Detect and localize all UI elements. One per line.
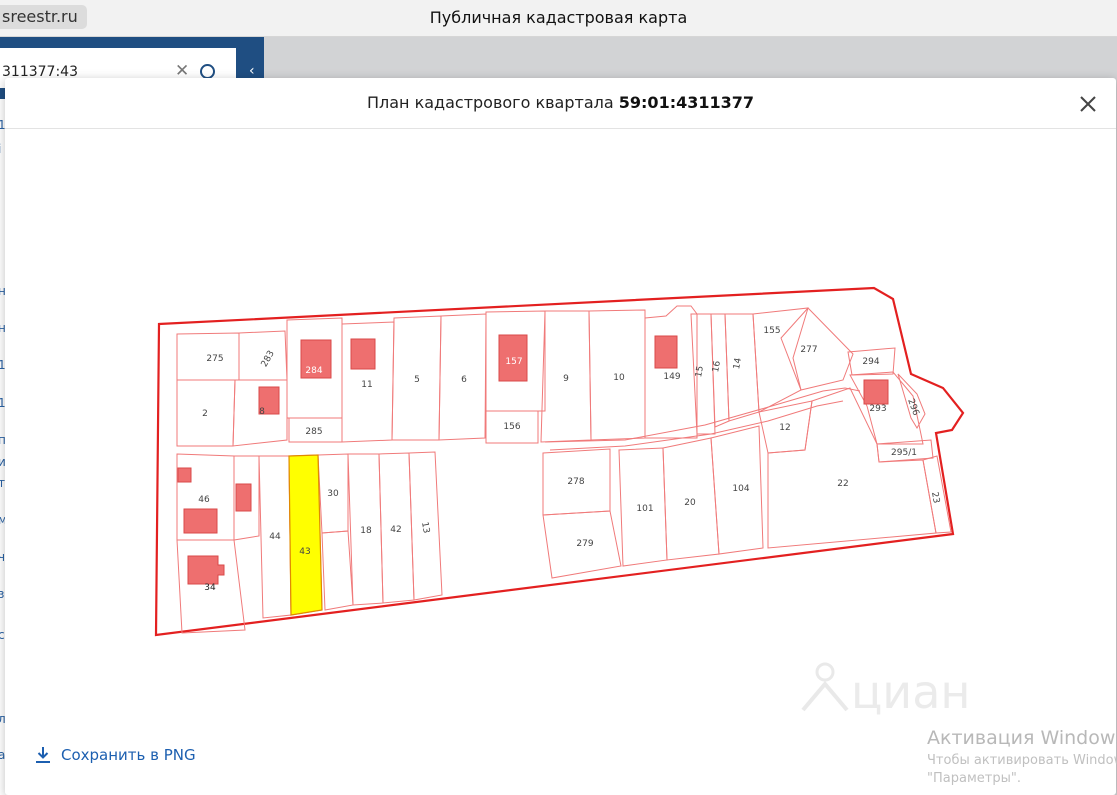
parcel-label: 156 (503, 422, 520, 432)
panel-text-fragment: з (0, 587, 5, 601)
parcel-label: 277 (800, 345, 817, 355)
parcel-label: 285 (305, 427, 322, 437)
parcel-label: 275 (206, 354, 223, 364)
panel-text-fragment: с (0, 628, 5, 642)
parcel-label: 294 (862, 357, 879, 367)
parcel-label: 9 (563, 374, 569, 384)
parcel-label: 20 (684, 498, 696, 508)
parcel-label: 44 (269, 532, 281, 542)
parcel-label: 14 (732, 357, 744, 370)
parcel-label: 11 (361, 380, 372, 390)
parcel-label: 13 (419, 521, 431, 534)
parcel-label: 34 (204, 583, 216, 593)
search-icon[interactable] (200, 64, 215, 79)
parcel-label: 157 (505, 357, 522, 367)
browser-top-bar: sreestr.ru Публичная кадастровая карта (0, 0, 1117, 37)
window-title: Публичная кадастровая карта (429, 8, 688, 27)
panel-text-fragment: i (0, 142, 1, 156)
cadastral-plan-modal: План кадастрового квартала 59:01:4311377 (5, 78, 1116, 795)
activation-line-2: "Параметры". (927, 771, 1021, 786)
cian-watermark: циан (795, 660, 1005, 720)
parcel-label: 8 (259, 407, 265, 417)
parcel-label: 101 (636, 504, 653, 514)
parcel-label: 278 (567, 477, 584, 487)
parcel-label: 12 (779, 423, 790, 433)
parcel-label: 23 (929, 491, 941, 504)
parcel-label: 6 (461, 375, 467, 385)
parcel-label: 2 (202, 409, 208, 419)
activation-line-1: Чтобы активировать Windows, (927, 753, 1117, 768)
parcel-label: 293 (869, 404, 886, 414)
collapse-panel-icon[interactable]: ‹ (249, 63, 255, 79)
parcel-label: 22 (837, 479, 848, 489)
highlighted-parcel[interactable] (288, 454, 323, 616)
save-png-label: Сохранить в PNG (61, 746, 196, 764)
parcel-label: 284 (305, 366, 322, 376)
parcel-label: 43 (299, 547, 310, 557)
parcel-label: 10 (613, 373, 625, 383)
download-icon (36, 747, 50, 763)
parcel-label: 149 (663, 372, 680, 382)
parcel-label: 16 (711, 360, 723, 373)
activation-title: Активация Windows (927, 727, 1117, 749)
parcel-label: 15 (694, 365, 706, 378)
parcel-label: 279 (576, 539, 593, 549)
parcel-label: 18 (360, 526, 372, 536)
parcel-label: 5 (414, 375, 420, 385)
parcel-label: 30 (327, 489, 339, 499)
cian-logo-text: циан (851, 665, 970, 716)
parcel-label: 155 (763, 326, 780, 336)
parcel-label: 42 (390, 525, 401, 535)
save-png-button[interactable]: Сохранить в PNG (35, 744, 196, 766)
parcel-label: 295/1 (891, 448, 917, 458)
parcel-label: 283 (260, 349, 277, 369)
parcel-label: 104 (732, 484, 749, 494)
map-pin-icon: циан (801, 662, 970, 719)
parcel-label: 46 (198, 495, 210, 505)
windows-activation-watermark: Активация Windows Чтобы активировать Win… (927, 727, 1117, 786)
quarter-boundary (154, 286, 965, 637)
